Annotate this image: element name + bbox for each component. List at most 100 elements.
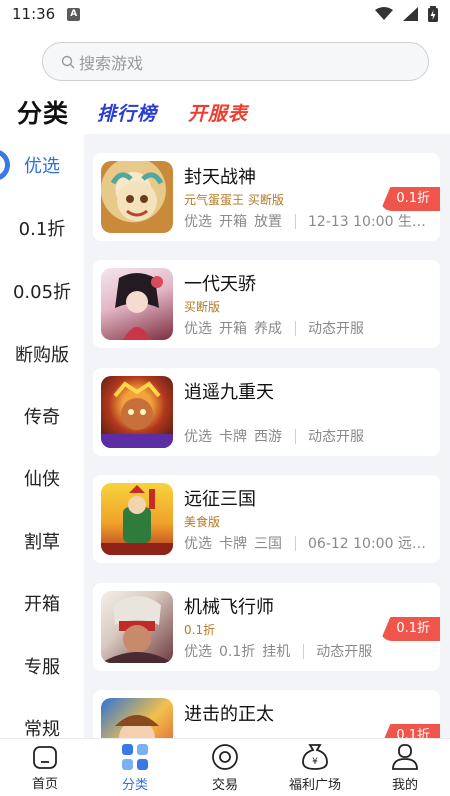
nav-label: 我的 bbox=[391, 777, 418, 793]
game-tags: 优选 开箱 放置 12-13 10:00 生… bbox=[184, 211, 433, 231]
sidebar-item-label: 仙侠 bbox=[24, 469, 60, 490]
game-tag: 开箱 bbox=[219, 214, 247, 230]
game-subtitle: 0.1折 bbox=[184, 623, 216, 637]
game-name: 进击的正太 bbox=[184, 704, 274, 725]
discount-badge: 0.1折 bbox=[380, 724, 440, 738]
welfare-icon: ¥ bbox=[302, 743, 328, 770]
wifi-icon bbox=[375, 7, 393, 20]
game-icon bbox=[101, 483, 173, 555]
game-tags: 优选 开箱 养成 动态开服 bbox=[184, 318, 371, 338]
sidebar-item-label: 传奇 bbox=[24, 407, 60, 428]
sidebar-item-label: 割草 bbox=[24, 532, 60, 553]
game-tag: 优选 bbox=[184, 536, 212, 552]
tag-divider bbox=[295, 428, 296, 444]
game-art-icon bbox=[101, 485, 173, 555]
nav-label: 福利广场 bbox=[288, 777, 341, 793]
trade-icon bbox=[212, 743, 238, 770]
game-icon bbox=[101, 376, 173, 448]
signal-icon bbox=[403, 7, 418, 21]
game-tag: 优选 bbox=[184, 321, 212, 337]
sidebar-item-label: 0.05折 bbox=[12, 282, 72, 303]
game-tags: 优选 卡牌 西游 动态开服 bbox=[184, 426, 371, 446]
sidebar-item-buyout[interactable]: 断购版 bbox=[0, 334, 84, 374]
game-tag: 卡牌 bbox=[219, 536, 247, 552]
category-sidebar: 优选 0.1折 0.05折 断购版 传奇 仙侠 割草 开箱 专服 常规 bbox=[0, 134, 84, 738]
nav-welfare[interactable]: ¥ 福利广场 bbox=[270, 739, 360, 796]
game-tag: 0.1折 bbox=[219, 644, 256, 660]
game-tag: 放置 bbox=[254, 214, 282, 230]
game-art-icon bbox=[115, 715, 159, 738]
server-info: 动态开服 bbox=[308, 429, 364, 445]
sidebar-item-01-discount[interactable]: 0.1折 bbox=[0, 208, 84, 248]
game-tag: 优选 bbox=[184, 429, 212, 445]
category-tabs: 分类 排行榜 开服表 bbox=[0, 92, 450, 132]
game-name: 逍遥九重天 bbox=[184, 382, 274, 403]
nav-trade[interactable]: 交易 bbox=[180, 739, 270, 796]
sidebar-item-youxuan[interactable]: 优选 bbox=[0, 145, 84, 185]
tab-ranking[interactable]: 排行榜 bbox=[97, 99, 157, 126]
game-icon bbox=[101, 268, 173, 340]
sidebar-item-005-discount[interactable]: 0.05折 bbox=[0, 271, 84, 311]
sidebar-item-legend[interactable]: 传奇 bbox=[0, 396, 84, 436]
game-subtitle: 买断版 bbox=[184, 300, 221, 314]
sidebar-item-label: 优选 bbox=[24, 156, 60, 177]
tab-server-schedule[interactable]: 开服表 bbox=[188, 99, 248, 126]
game-tag: 卡牌 bbox=[219, 429, 247, 445]
nav-category[interactable]: 分类 bbox=[90, 739, 180, 796]
sidebar-item-zhuanfu[interactable]: 专服 bbox=[0, 646, 84, 686]
discount-badge: 0.1折 bbox=[380, 617, 440, 641]
server-info: 12-13 10:00 生… bbox=[308, 214, 426, 230]
game-tags: 优选 0.1折 挂机 动态开服 bbox=[184, 641, 379, 661]
nav-label: 分类 bbox=[121, 777, 148, 793]
game-art-icon bbox=[115, 273, 163, 340]
status-bar: 11:36 A bbox=[0, 0, 450, 28]
notification-icon: A bbox=[67, 7, 81, 21]
content-area: 优选 0.1折 0.05折 断购版 传奇 仙侠 割草 开箱 专服 常规 封天战神… bbox=[0, 134, 450, 738]
active-indicator-icon bbox=[0, 150, 10, 180]
game-tag: 养成 bbox=[254, 321, 282, 337]
game-icon bbox=[101, 591, 173, 663]
game-art-icon bbox=[101, 596, 173, 663]
discount-badge: 0.1折 bbox=[380, 187, 440, 211]
game-tag: 开箱 bbox=[219, 321, 247, 337]
game-icon bbox=[101, 698, 173, 738]
search-icon bbox=[61, 55, 75, 68]
game-tag: 优选 bbox=[184, 214, 212, 230]
sidebar-item-label: 专服 bbox=[24, 657, 60, 678]
game-subtitle: 美食版 bbox=[184, 515, 221, 529]
sidebar-item-gecao[interactable]: 割草 bbox=[0, 521, 84, 561]
svg-text:¥: ¥ bbox=[312, 757, 318, 767]
sidebar-item-label: 常规 bbox=[24, 719, 60, 738]
nav-profile[interactable]: 我的 bbox=[360, 739, 450, 796]
game-card[interactable]: 封天战神 元气蛋蛋王 买断版 优选 开箱 放置 12-13 10:00 生… 0… bbox=[93, 153, 440, 241]
game-card[interactable]: 一代天骄 买断版 优选 开箱 养成 动态开服 bbox=[93, 260, 440, 348]
profile-icon bbox=[392, 743, 418, 770]
game-tag: 三国 bbox=[254, 536, 282, 552]
game-card[interactable]: 逍遥九重天 优选 卡牌 西游 动态开服 bbox=[93, 368, 440, 456]
game-name: 远征三国 bbox=[184, 489, 256, 510]
game-name: 一代天骄 bbox=[184, 274, 256, 295]
sidebar-item-label: 开箱 bbox=[24, 594, 60, 615]
bottom-nav: 首页 分类 交易 ¥ 福利广场 我的 bbox=[0, 738, 450, 796]
category-icon bbox=[122, 743, 148, 770]
tag-divider bbox=[295, 535, 296, 551]
sidebar-item-label: 0.1折 bbox=[18, 219, 66, 240]
status-icons bbox=[375, 6, 438, 22]
tag-divider bbox=[303, 643, 305, 659]
game-card[interactable]: 机械飞行师 0.1折 优选 0.1折 挂机 动态开服 0.1折 bbox=[93, 583, 440, 671]
tab-category[interactable]: 分类 bbox=[17, 94, 69, 130]
game-art-icon bbox=[110, 172, 164, 221]
sidebar-item-kaixiang[interactable]: 开箱 bbox=[0, 583, 84, 623]
sidebar-item-changgui[interactable]: 常规 bbox=[0, 708, 84, 738]
status-time: 11:36 bbox=[12, 5, 56, 23]
server-info: 06-12 10:00 远… bbox=[308, 536, 426, 552]
game-card[interactable]: 进击的正太 0.1折 bbox=[93, 690, 440, 738]
search-input[interactable]: 搜索游戏 bbox=[42, 42, 429, 81]
tag-divider bbox=[295, 213, 296, 229]
game-art-icon bbox=[101, 381, 173, 448]
sidebar-item-xianxia[interactable]: 仙侠 bbox=[0, 458, 84, 498]
game-card[interactable]: 远征三国 美食版 优选 卡牌 三国 06-12 10:00 远… bbox=[93, 475, 440, 563]
nav-home[interactable]: 首页 bbox=[0, 739, 90, 796]
game-name: 封天战神 bbox=[184, 167, 256, 188]
nav-label: 首页 bbox=[31, 776, 58, 792]
